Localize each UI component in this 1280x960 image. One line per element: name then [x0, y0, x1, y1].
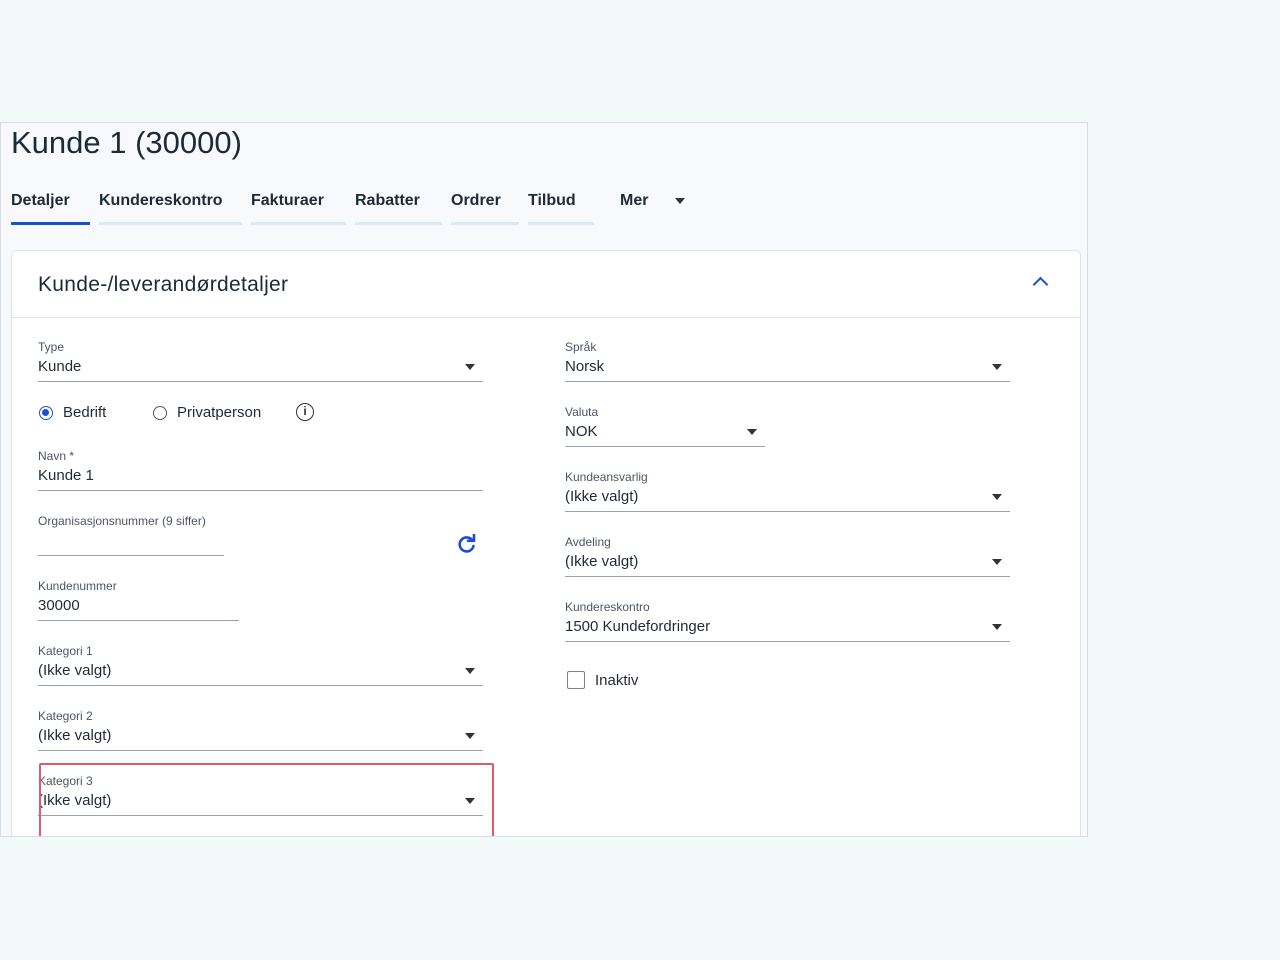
field-value: (Ikke valgt)	[565, 553, 639, 570]
org-number-field[interactable]: Organisasjonsnummer (9 siffer)	[38, 513, 224, 557]
chevron-down-icon	[465, 798, 475, 804]
name-field[interactable]: Navn * Kunde 1	[38, 448, 483, 492]
field-underline	[38, 815, 483, 816]
field-value: (Ikke valgt)	[565, 488, 639, 505]
tab-label: Tilbud	[528, 192, 576, 209]
tab-label: Ordrer	[451, 192, 501, 209]
details-card: Kunde-/leverandørdetaljer Type Kunde Bed…	[11, 250, 1081, 836]
tab-rabatter[interactable]: Rabatter	[355, 189, 442, 225]
inactive-checkbox[interactable]: Inaktiv	[567, 671, 638, 689]
field-label: Kundenummer	[38, 579, 117, 593]
type-select[interactable]: Type Kunde	[38, 339, 483, 383]
field-label: Avdeling	[565, 535, 611, 549]
chevron-down-icon	[992, 559, 1002, 565]
tab-kundereskontro[interactable]: Kundereskontro	[99, 189, 242, 225]
chevron-down-icon	[992, 364, 1002, 370]
department-select[interactable]: Avdeling (Ikke valgt)	[565, 534, 1010, 578]
field-label: Valuta	[565, 405, 599, 419]
field-value: 1500 Kundefordringer	[565, 618, 711, 635]
tab-tilbud[interactable]: Tilbud	[528, 189, 594, 225]
tab-underline	[99, 222, 242, 225]
radio-selected-icon	[39, 405, 53, 420]
chevron-down-icon	[465, 364, 475, 370]
tab-underline	[11, 222, 90, 225]
tab-label: Kundereskontro	[99, 192, 223, 209]
field-underline	[565, 381, 1010, 382]
field-underline	[38, 381, 483, 382]
field-underline	[565, 511, 1010, 512]
field-value: Norsk	[565, 358, 605, 375]
tab-label: Rabatter	[355, 192, 420, 209]
tab-detaljer[interactable]: Detaljer	[11, 189, 90, 225]
category3-select[interactable]: Kategori 3 (Ikke valgt)	[38, 773, 483, 817]
radio-bedrift[interactable]: Bedrift	[39, 404, 106, 421]
chevron-down-icon	[675, 198, 685, 204]
chevron-down-icon	[992, 494, 1002, 500]
field-label: Kundeansvarlig	[565, 470, 648, 484]
customer-page: Kunde 1 (30000) Detaljer Kundereskontro …	[0, 122, 1088, 837]
field-value: Kunde 1	[38, 467, 94, 484]
field-label: Kundereskontro	[565, 600, 650, 614]
card-header[interactable]: Kunde-/leverandørdetaljer	[12, 251, 1080, 318]
tab-ordrer[interactable]: Ordrer	[451, 189, 519, 225]
category2-select[interactable]: Kategori 2 (Ikke valgt)	[38, 708, 483, 752]
chevron-up-icon[interactable]	[1032, 276, 1049, 293]
currency-select[interactable]: Valuta NOK	[565, 404, 765, 448]
tab-mer-dropdown[interactable]: Mer	[620, 189, 690, 225]
category1-select[interactable]: Kategori 1 (Ikke valgt)	[38, 643, 483, 687]
tab-underline	[451, 222, 519, 225]
field-underline	[565, 576, 1010, 577]
tab-underline	[355, 222, 442, 225]
field-label: Organisasjonsnummer (9 siffer)	[38, 514, 206, 528]
field-value: NOK	[565, 423, 598, 440]
field-label: Type	[38, 340, 65, 354]
chevron-down-icon	[992, 624, 1002, 630]
tab-underline	[528, 222, 594, 225]
chevron-down-icon	[465, 733, 475, 739]
refresh-icon[interactable]	[457, 534, 477, 554]
tab-label: Detaljer	[11, 192, 70, 209]
tab-label: Mer	[620, 192, 649, 209]
field-underline	[565, 446, 765, 447]
tab-underline	[251, 222, 346, 225]
chevron-down-icon	[465, 668, 475, 674]
field-underline	[38, 555, 224, 556]
field-label: Kategori 2	[38, 709, 93, 723]
field-underline	[38, 490, 483, 491]
ledger-select[interactable]: Kundereskontro 1500 Kundefordringer	[565, 599, 1010, 643]
field-label: Kategori 1	[38, 644, 93, 658]
field-value: (Ikke valgt)	[38, 662, 112, 679]
language-select[interactable]: Språk Norsk	[565, 339, 1010, 383]
checkbox-icon	[567, 671, 585, 689]
field-underline	[38, 750, 483, 751]
field-underline	[565, 641, 1010, 642]
checkbox-label: Inaktiv	[595, 671, 639, 689]
radio-privatperson[interactable]: Privatperson	[153, 404, 261, 421]
customer-number-field[interactable]: Kundenummer 30000	[38, 578, 239, 622]
account-manager-select[interactable]: Kundeansvarlig (Ikke valgt)	[565, 469, 1010, 513]
field-underline	[38, 620, 239, 621]
card-title: Kunde-/leverandørdetaljer	[38, 273, 289, 296]
chevron-down-icon	[747, 429, 757, 435]
info-icon[interactable]: i	[296, 403, 314, 421]
field-label: Kategori 3	[38, 774, 93, 788]
field-value: (Ikke valgt)	[38, 792, 112, 809]
field-value: (Ikke valgt)	[38, 727, 112, 744]
field-value: Kunde	[38, 358, 82, 375]
field-label: Navn *	[38, 449, 75, 463]
field-label: Språk	[565, 340, 597, 354]
radio-label: Bedrift	[63, 404, 107, 421]
radio-label: Privatperson	[177, 404, 262, 421]
tab-label: Fakturaer	[251, 192, 324, 209]
tab-fakturaer[interactable]: Fakturaer	[251, 189, 346, 225]
field-value: 30000	[38, 597, 80, 614]
radio-unselected-icon	[153, 405, 167, 420]
field-underline	[38, 685, 483, 686]
page-title: Kunde 1 (30000)	[11, 125, 242, 160]
